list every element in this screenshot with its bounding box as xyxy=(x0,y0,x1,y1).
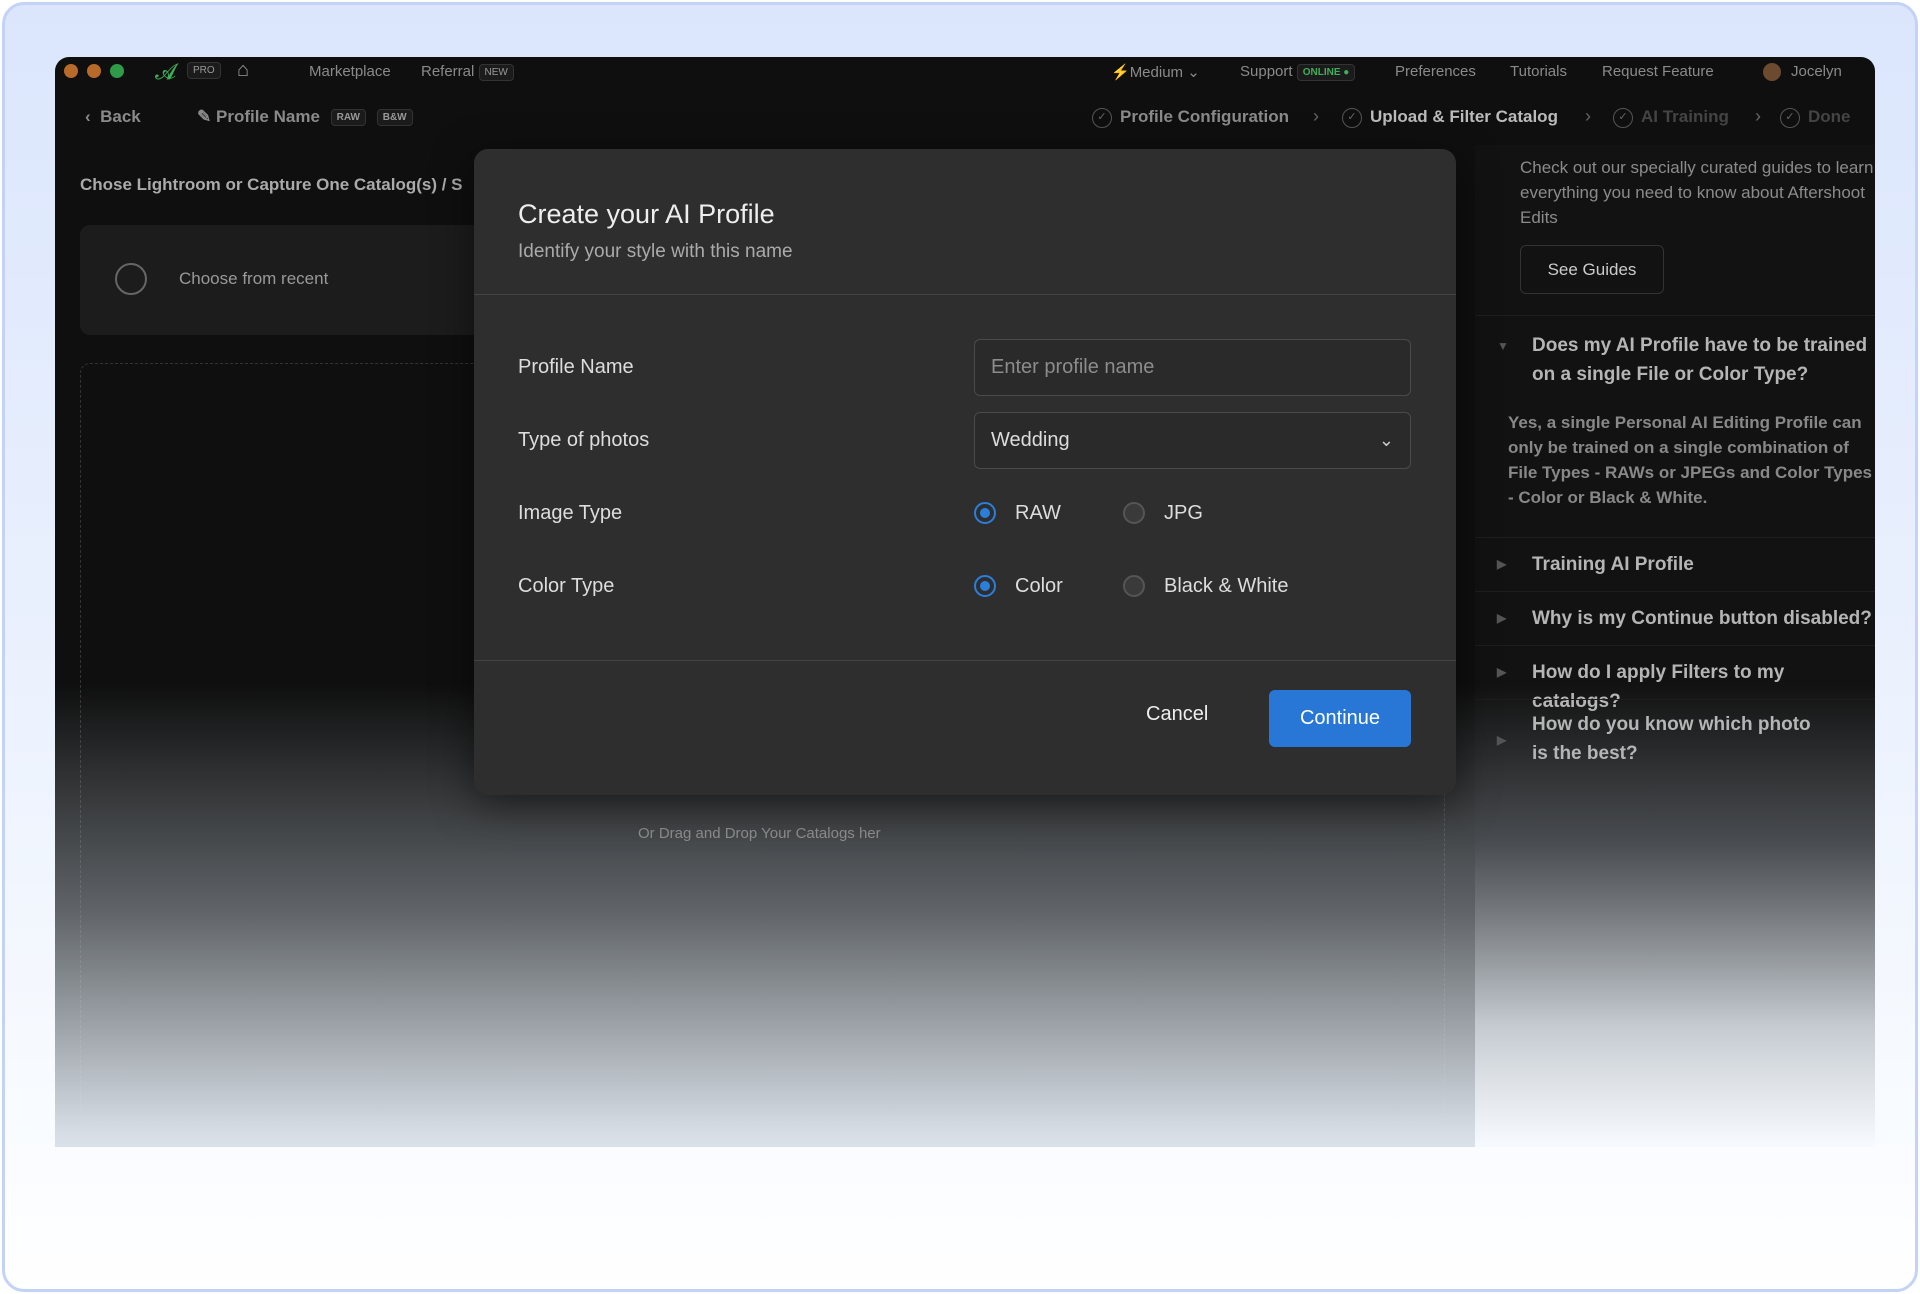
faq-question: Why is my Continue button disabled? xyxy=(1532,608,1872,629)
bolt-icon: ⚡ xyxy=(1111,64,1130,81)
marketplace-link[interactable]: Marketplace xyxy=(309,63,391,80)
pro-badge: PRO xyxy=(187,62,221,79)
check-circle-icon: ✓ xyxy=(1780,107,1800,128)
raw-radio-label[interactable]: RAW xyxy=(1015,502,1061,525)
selected-type: Wedding xyxy=(991,429,1070,451)
guides-intro: Check out our specially curated guides t… xyxy=(1520,158,1874,227)
user-name: Jocelyn xyxy=(1791,63,1842,80)
app-logo-icon: 𝓐 xyxy=(155,59,177,84)
maximize-window-button[interactable] xyxy=(110,64,124,78)
black-white-radio-label[interactable]: Black & White xyxy=(1164,575,1288,598)
raw-radio[interactable] xyxy=(974,502,996,524)
new-badge: NEW xyxy=(478,63,514,81)
color-radio[interactable] xyxy=(974,575,996,597)
jpg-radio[interactable] xyxy=(1123,502,1145,524)
speed-label: Medium xyxy=(1129,64,1184,81)
step-label: Upload & Filter Catalog xyxy=(1370,107,1558,126)
create-ai-profile-dialog: Create your AI Profile Identify your sty… xyxy=(474,149,1456,795)
step-done: ✓ Done xyxy=(1780,107,1851,128)
faq-answer: Yes, a single Personal AI Editing Profil… xyxy=(1508,413,1873,507)
see-guides-button[interactable]: See Guides xyxy=(1520,245,1664,294)
chevron-left-icon: ‹ xyxy=(85,107,91,126)
type-of-photos-select[interactable]: Wedding ⌄ xyxy=(974,412,1411,469)
jpg-radio-label[interactable]: JPG xyxy=(1164,502,1203,525)
tutorials-link[interactable]: Tutorials xyxy=(1510,63,1567,80)
support-label: Support xyxy=(1240,63,1293,80)
profile-name-edit[interactable]: ✎ Profile Name RAW B&W xyxy=(197,107,413,127)
back-button[interactable]: ‹ Back xyxy=(85,107,141,127)
drag-drop-hint: Or Drag and Drop Your Catalogs her xyxy=(638,825,881,842)
clock-icon xyxy=(115,263,147,295)
check-circle-icon: ✓ xyxy=(1613,107,1633,128)
faq-item[interactable]: ▶ How do I apply Filters to my catalogs? xyxy=(1475,645,1875,712)
caret-right-icon: ▶ xyxy=(1497,557,1507,571)
chevron-right-icon: › xyxy=(1585,106,1591,126)
color-radio-label[interactable]: Color xyxy=(1015,575,1063,598)
caret-right-icon: ▶ xyxy=(1497,611,1507,625)
support-link[interactable]: Support ONLINE ● xyxy=(1240,63,1356,81)
choose-from-recent-label: Choose from recent xyxy=(179,269,329,288)
continue-button[interactable]: Continue xyxy=(1269,690,1411,747)
divider xyxy=(474,660,1456,661)
close-window-button[interactable] xyxy=(64,64,78,78)
faq-question: Does my AI Profile have to be trained on… xyxy=(1532,335,1868,385)
caret-right-icon: ▶ xyxy=(1497,665,1507,679)
faq-item[interactable]: ▶ Why is my Continue button disabled? xyxy=(1475,591,1875,645)
edit-icon: ✎ xyxy=(197,107,212,126)
help-panel: Check out our specially curated guides t… xyxy=(1475,145,1875,1147)
profile-name-label: Profile Name xyxy=(518,356,634,378)
request-feature-link[interactable]: Request Feature xyxy=(1602,63,1714,80)
bw-badge: B&W xyxy=(376,109,413,127)
chevron-right-icon: › xyxy=(1313,106,1319,126)
title-bar: 𝓐 PRO ⌂ Marketplace Referral NEW ⚡Medium… xyxy=(55,57,1875,85)
color-type-label: Color Type xyxy=(518,575,615,597)
speed-dropdown[interactable]: ⚡Medium ⌄ xyxy=(1111,63,1200,81)
dialog-title: Create your AI Profile xyxy=(518,199,775,229)
nav-bar: ‹ Back ✎ Profile Name RAW B&W ✓ Profile C… xyxy=(55,97,1875,137)
profile-name-label: Profile Name xyxy=(215,107,320,126)
preferences-link[interactable]: Preferences xyxy=(1395,63,1476,80)
dialog-subtitle: Identify your style with this name xyxy=(518,241,793,262)
referral-link[interactable]: Referral NEW xyxy=(421,63,514,81)
avatar xyxy=(1763,63,1781,82)
check-circle-icon: ✓ xyxy=(1342,107,1362,128)
image-type-label: Image Type xyxy=(518,502,623,524)
type-of-photos-label: Type of photos xyxy=(518,429,650,451)
divider xyxy=(474,294,1456,295)
step-profile-configuration: ✓ Profile Configuration xyxy=(1092,107,1289,128)
faq-question: How do you know which photo is the best? xyxy=(1532,714,1811,764)
faq-item[interactable]: ▶ Training AI Profile xyxy=(1475,537,1875,591)
black-white-radio[interactable] xyxy=(1123,575,1145,597)
faq-item[interactable]: ▼ Does my AI Profile have to be trained … xyxy=(1475,315,1875,537)
caret-right-icon: ▶ xyxy=(1497,733,1507,747)
step-label: Profile Configuration xyxy=(1120,107,1290,126)
chevron-down-icon: ⌄ xyxy=(1378,430,1394,450)
screenshot-frame: 𝓐 PRO ⌂ Marketplace Referral NEW ⚡Medium… xyxy=(2,2,1918,1292)
referral-label: Referral xyxy=(421,63,475,80)
back-label: Back xyxy=(100,107,141,126)
chevron-right-icon: › xyxy=(1755,106,1761,126)
faq-question: Training AI Profile xyxy=(1532,554,1694,575)
raw-badge: RAW xyxy=(330,109,366,127)
step-upload-filter-catalog: ✓ Upload & Filter Catalog xyxy=(1342,107,1558,128)
check-circle-icon: ✓ xyxy=(1092,107,1112,128)
user-menu[interactable]: Jocelyn xyxy=(1763,63,1842,82)
home-icon[interactable]: ⌂ xyxy=(237,59,249,82)
chevron-down-icon: ⌄ xyxy=(1187,64,1200,81)
step-label: Done xyxy=(1808,107,1851,126)
minimize-window-button[interactable] xyxy=(87,64,101,78)
step-ai-training: ✓ AI Training xyxy=(1613,107,1729,128)
cancel-button[interactable]: Cancel xyxy=(1146,703,1208,726)
step-label: AI Training xyxy=(1641,107,1729,126)
faq-item[interactable]: ▶ How do you know which photo is the best… xyxy=(1475,699,1875,779)
choose-from-recent-card[interactable]: Choose from recent xyxy=(80,225,500,335)
online-status-text: ONLINE xyxy=(1302,66,1341,78)
caret-down-icon: ▼ xyxy=(1497,339,1509,353)
catalog-heading: Chose Lightroom or Capture One Catalog(s… xyxy=(80,175,463,194)
online-status-badge: ONLINE ● xyxy=(1296,63,1356,81)
profile-name-input[interactable] xyxy=(974,339,1411,396)
